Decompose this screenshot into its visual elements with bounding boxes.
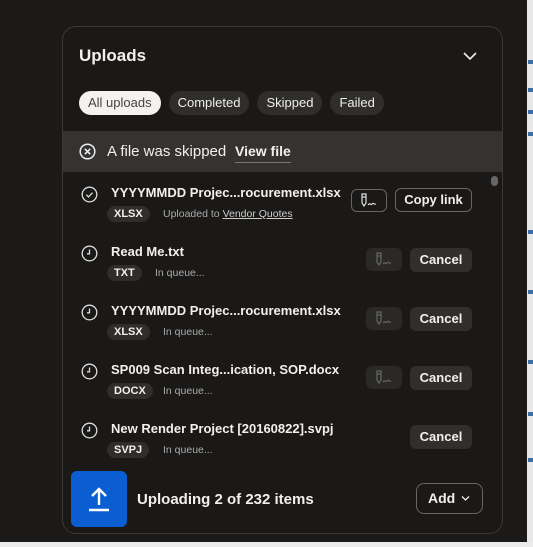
copy-link-button[interactable]: Copy link <box>395 188 472 212</box>
file-status: In queue... <box>163 444 213 456</box>
tab-all-uploads[interactable]: All uploads <box>79 91 161 115</box>
cancel-button[interactable]: Cancel <box>410 248 472 272</box>
upload-item: YYYYMMDD Projec...rocurement.xlsx XLSX In … <box>63 294 488 353</box>
cancel-button[interactable]: Cancel <box>410 366 472 390</box>
request-signature-button-disabled <box>366 366 402 389</box>
destination-folder-link[interactable]: Vendor Quotes <box>223 208 293 220</box>
clock-icon <box>81 363 98 385</box>
file-name: YYYYMMDD Projec...rocurement.xlsx <box>111 185 341 200</box>
uploads-panel: Uploads All uploads Completed Skipped Fa… <box>62 26 503 534</box>
status-prefix: Uploaded to <box>163 208 220 220</box>
cancel-button[interactable]: Cancel <box>410 307 472 331</box>
chevron-down-icon[interactable] <box>461 47 479 65</box>
tab-completed[interactable]: Completed <box>168 91 250 115</box>
upload-item: SP009 Scan Integ...ication, SOP.docx DOCX… <box>63 353 488 412</box>
clock-icon <box>81 245 98 267</box>
panel-title: Uploads <box>79 46 147 65</box>
background-window-edge <box>527 0 533 547</box>
file-status: In queue... <box>163 326 213 338</box>
background-edge <box>0 542 533 547</box>
upload-arrow-icon <box>71 471 127 527</box>
file-type-badge: SVPJ <box>107 442 150 458</box>
clock-icon <box>81 304 98 326</box>
file-type-badge: DOCX <box>107 383 153 399</box>
file-type-badge: TXT <box>107 265 142 281</box>
view-file-link[interactable]: View file <box>235 143 291 163</box>
file-type-badge: XLSX <box>107 206 150 222</box>
file-name: YYYYMMDD Projec...rocurement.xlsx <box>111 303 341 318</box>
clock-icon <box>81 422 98 444</box>
chevron-down-icon <box>461 496 470 501</box>
file-type-badge: XLSX <box>107 324 150 340</box>
tab-failed[interactable]: Failed <box>330 91 384 115</box>
upload-item: Read Me.txt TXT In queue... Cancel <box>63 235 488 294</box>
add-label: Add <box>428 490 456 506</box>
request-signature-button[interactable] <box>351 189 387 212</box>
upload-item: New Render Project [20160822].svpj SVPJ In… <box>63 412 488 462</box>
file-name: Read Me.txt <box>111 244 184 259</box>
tab-skipped[interactable]: Skipped <box>257 91 323 115</box>
request-signature-button-disabled <box>366 248 402 271</box>
upload-item: YYYYMMDD Projec...rocurement.xlsx XLSX Upl… <box>63 176 488 235</box>
skipped-banner: A file was skipped View file <box>63 131 502 172</box>
add-button[interactable]: Add <box>416 483 483 514</box>
scrollbar[interactable] <box>491 176 498 186</box>
upload-progress-text: Uploading 2 of 232 items <box>137 491 314 508</box>
request-signature-button-disabled <box>366 307 402 330</box>
file-status: In queue... <box>163 385 213 397</box>
file-status: Uploaded to Vendor Quotes <box>163 208 293 220</box>
filter-tabs: All uploads Completed Skipped Failed <box>79 91 384 115</box>
banner-message: A file was skipped <box>107 143 227 160</box>
check-circle-icon <box>81 186 98 208</box>
upload-list: YYYYMMDD Projec...rocurement.xlsx XLSX Upl… <box>63 172 502 462</box>
file-status: In queue... <box>155 267 205 279</box>
file-name: SP009 Scan Integ...ication, SOP.docx <box>111 362 340 377</box>
file-name: New Render Project [20160822].svpj <box>111 421 334 436</box>
circle-x-icon <box>79 143 96 160</box>
cancel-button[interactable]: Cancel <box>410 425 472 449</box>
